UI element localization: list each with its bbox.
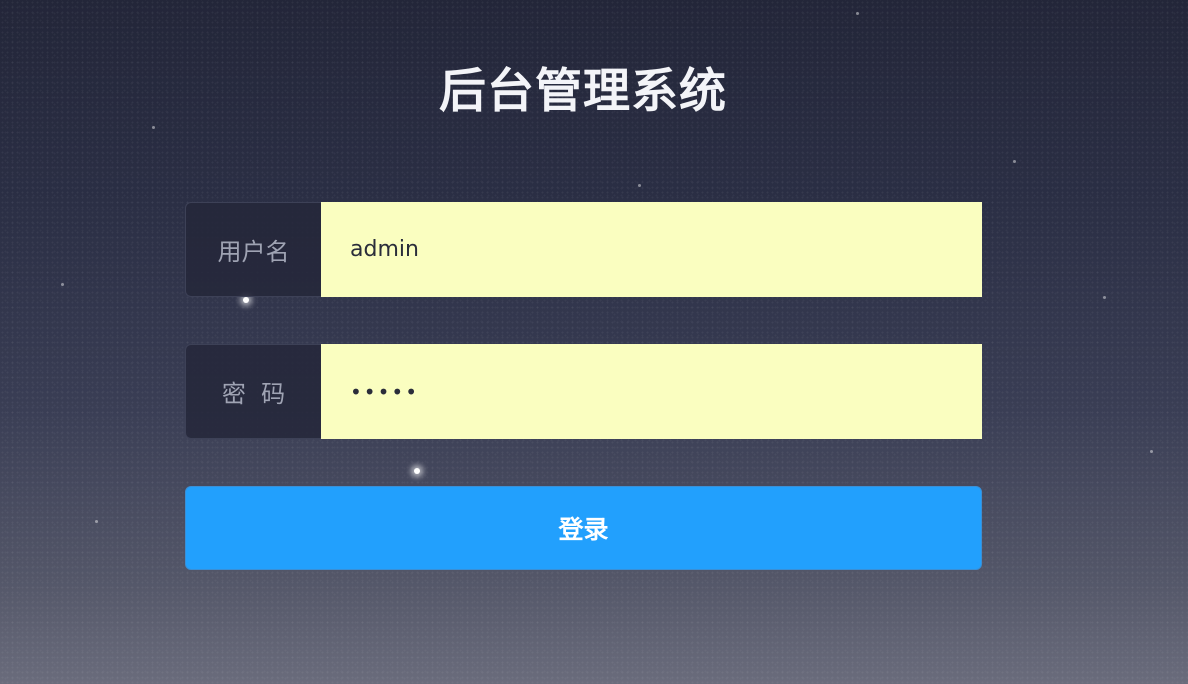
star-decoration — [1013, 160, 1016, 163]
star-decoration — [243, 297, 249, 303]
password-input[interactable] — [321, 344, 982, 439]
star-decoration — [414, 468, 420, 474]
star-decoration — [152, 126, 155, 129]
username-label: 用户名 — [185, 202, 321, 297]
password-label: 密 码 — [185, 344, 321, 439]
star-decoration — [1150, 450, 1153, 453]
page-title: 后台管理系统 — [439, 64, 727, 119]
login-button[interactable]: 登录 — [185, 486, 982, 570]
star-decoration — [856, 12, 859, 15]
password-row: 密 码 — [185, 344, 982, 439]
username-row: 用户名 — [185, 202, 982, 297]
star-decoration — [1103, 296, 1106, 299]
star-decoration — [61, 283, 64, 286]
username-input[interactable] — [321, 202, 982, 297]
star-decoration — [95, 520, 98, 523]
star-decoration — [638, 184, 641, 187]
